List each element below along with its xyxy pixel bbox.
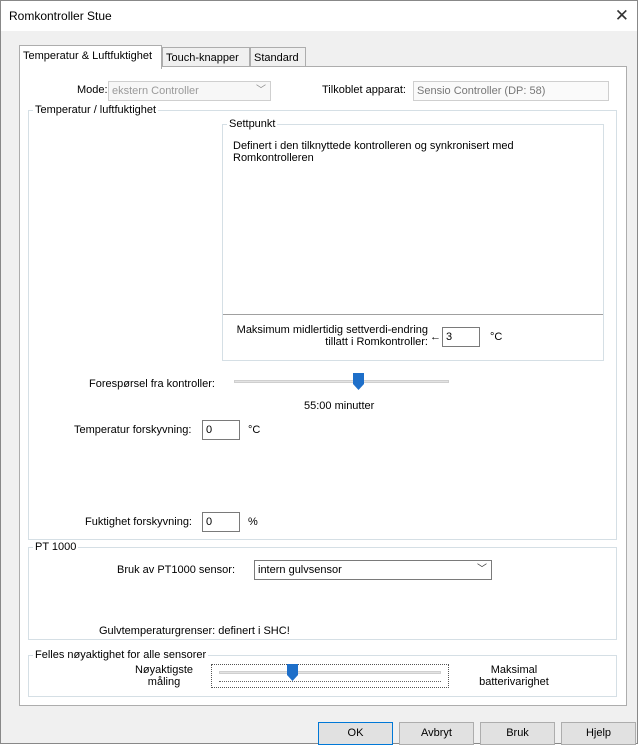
chevron-down-icon: ﹀ bbox=[256, 85, 266, 96]
max-change-label-line-1: Maksimum midlertidig settverdi-endring bbox=[236, 324, 428, 336]
mode-label: Mode: bbox=[77, 84, 108, 96]
temperature-offset-value: 0 bbox=[206, 424, 213, 436]
temperature-humidity-group: Temperatur / luftfuktighet Settpunkt Def… bbox=[28, 104, 617, 540]
setpoint-description: Definert i den tilknyttede kontrolleren … bbox=[233, 140, 514, 164]
accuracy-right-label-line-2: batterivarighet bbox=[479, 676, 549, 688]
max-change-label-line-2: tillatt i Romkontroller: bbox=[325, 336, 428, 348]
max-change-unit: °C bbox=[490, 331, 503, 343]
humidity-offset-value: 0 bbox=[206, 516, 213, 528]
dialog-window: Romkontroller Stue ✕ Temperatur & Luftfu… bbox=[0, 0, 638, 745]
request-slider-track[interactable] bbox=[234, 380, 449, 383]
connected-device-value: Sensio Controller (DP: 58) bbox=[417, 85, 546, 97]
cancel-button[interactable]: Avbryt bbox=[399, 722, 474, 745]
humidity-offset-label: Fuktighet forskyvning: bbox=[85, 516, 192, 528]
request-slider-thumb[interactable] bbox=[353, 373, 365, 390]
arrow-left-icon: ← bbox=[430, 331, 441, 343]
temperature-offset-label: Temperatur forskyvning: bbox=[74, 424, 192, 436]
temperature-offset-unit: °C bbox=[248, 424, 261, 436]
help-button[interactable]: Hjelp bbox=[561, 722, 636, 745]
connected-device-field: Sensio Controller (DP: 58) bbox=[413, 81, 609, 101]
accuracy-group-label: Felles nøyaktighet for alle sensorer bbox=[33, 649, 209, 661]
accuracy-left-label: Nøyaktigste måling bbox=[119, 664, 209, 688]
pt1000-sensor-label: Bruk av PT1000 sensor: bbox=[117, 564, 236, 576]
setpoint-divider bbox=[223, 314, 603, 315]
max-change-value: 3 bbox=[446, 331, 453, 343]
setpoint-group-label: Settpunkt bbox=[227, 118, 278, 130]
apply-button[interactable]: Bruk bbox=[480, 722, 555, 745]
chevron-down-icon: ﹀ bbox=[477, 564, 487, 575]
setpoint-group: Settpunkt Definert i den tilknyttede kon… bbox=[222, 118, 604, 361]
humidity-offset-unit: % bbox=[248, 516, 258, 528]
tab-temperature-humidity[interactable]: Temperatur & Luftfuktighet bbox=[19, 45, 162, 69]
accuracy-left-label-line-1: Nøyaktigste bbox=[134, 664, 194, 676]
ok-button[interactable]: OK bbox=[318, 722, 393, 745]
accuracy-slider-focus[interactable] bbox=[211, 664, 449, 688]
temperature-humidity-group-label: Temperatur / luftfuktighet bbox=[33, 104, 159, 116]
pt1000-sensor-value: intern gulvsensor bbox=[258, 564, 342, 576]
connected-device-label: Tilkoblet apparat: bbox=[322, 84, 406, 96]
tab-standard[interactable]: Standard bbox=[250, 47, 306, 67]
accuracy-left-label-line-2: måling bbox=[147, 676, 181, 688]
accuracy-slider-track[interactable] bbox=[219, 671, 441, 674]
max-change-input[interactable]: 3 bbox=[442, 327, 480, 347]
window-title: Romkontroller Stue bbox=[9, 9, 112, 23]
close-icon[interactable]: ✕ bbox=[615, 6, 629, 26]
pt1000-group-label: PT 1000 bbox=[33, 541, 79, 553]
pt1000-group: PT 1000 Bruk av PT1000 sensor: intern gu… bbox=[28, 541, 617, 640]
floor-limits-text: Gulvtemperaturgrenser: definert i SHC! bbox=[99, 625, 290, 637]
mode-value: ekstern Controller bbox=[112, 85, 199, 97]
mode-select[interactable]: ekstern Controller ﹀ bbox=[108, 81, 271, 101]
accuracy-slider-ticks bbox=[219, 677, 441, 682]
tab-panel: Mode: ekstern Controller ﹀ Tilkoblet app… bbox=[19, 66, 627, 706]
accuracy-right-label-line-1: Maksimal bbox=[490, 664, 538, 676]
title-bar: Romkontroller Stue ✕ bbox=[1, 1, 637, 31]
max-change-label-wrap: Maksimum midlertidig settverdi-endring t… bbox=[233, 324, 428, 348]
pt1000-sensor-select[interactable]: intern gulvsensor ﹀ bbox=[254, 560, 492, 580]
temperature-offset-input[interactable]: 0 bbox=[202, 420, 240, 440]
request-label: Forespørsel fra kontroller: bbox=[89, 378, 215, 390]
tab-touch-buttons[interactable]: Touch-knapper bbox=[162, 47, 250, 67]
accuracy-group: Felles nøyaktighet for alle sensorer Nøy… bbox=[28, 649, 617, 697]
request-value: 55:00 minutter bbox=[304, 400, 375, 412]
humidity-offset-input[interactable]: 0 bbox=[202, 512, 240, 532]
accuracy-right-label: Maksimal batterivarighet bbox=[469, 664, 559, 688]
accuracy-slider-thumb[interactable] bbox=[286, 664, 298, 681]
